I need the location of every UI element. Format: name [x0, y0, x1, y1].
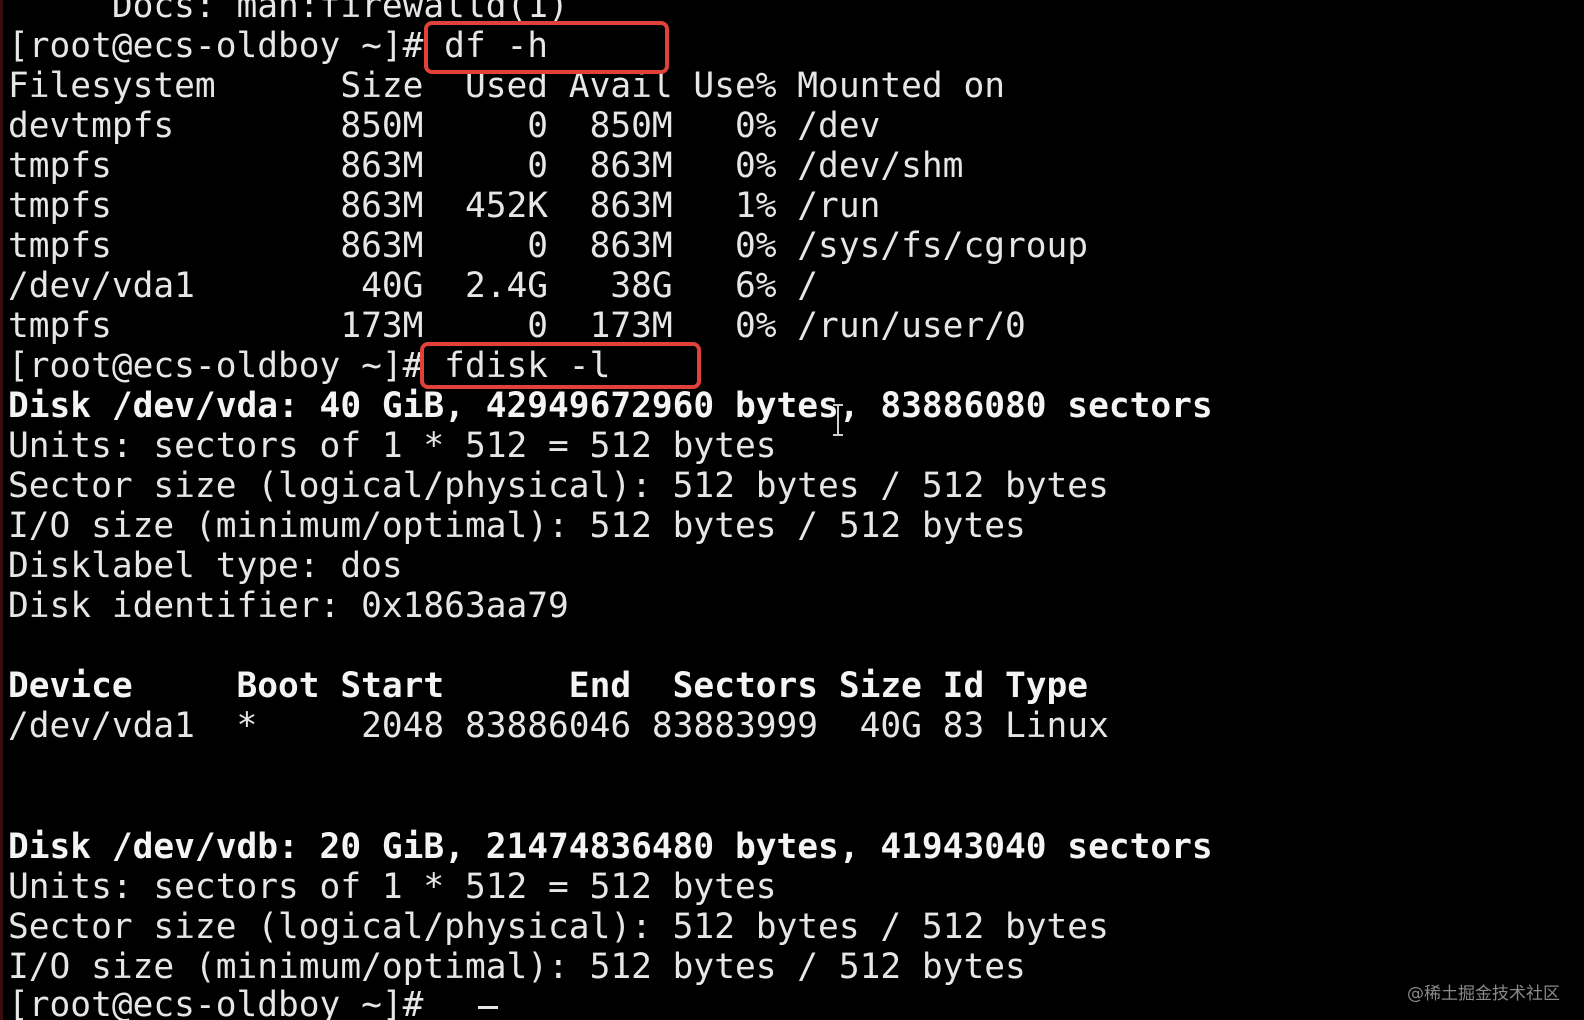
fdisk-vdb-units: Units: sectors of 1 * 512 = 512 bytes: [8, 867, 777, 907]
df-row-tmpfs-shm: tmpfs 863M 0 863M 0% /dev/shm: [8, 146, 964, 186]
df-row-devtmpfs: devtmpfs 850M 0 850M 0% /dev: [8, 106, 881, 146]
fdisk-vda-disklabel: Disklabel type: dos: [8, 546, 403, 586]
terminal-text-cursor: [478, 1006, 498, 1009]
window-left-border: [0, 0, 3, 1020]
watermark-text: @稀土掘金技术社区: [1407, 984, 1560, 1004]
df-row-tmpfs-cgroup: tmpfs 863M 0 863M 0% /sys/fs/cgroup: [8, 226, 1089, 266]
df-row-tmpfs-run: tmpfs 863M 452K 863M 1% /run: [8, 186, 881, 226]
highlight-df-command: [424, 21, 669, 74]
highlight-fdisk-command: [420, 342, 701, 389]
terminal-window[interactable]: Docs: man:firewalld(1) [root@ecs-oldboy …: [0, 0, 1584, 1020]
df-row-vda1: /dev/vda1 40G 2.4G 38G 6% /: [8, 266, 819, 306]
df-row-tmpfs-user: tmpfs 173M 0 173M 0% /run/user/0: [8, 306, 1026, 346]
mouse-ibeam-cursor-icon: [833, 404, 843, 436]
fdisk-partition-header: Device Boot Start End Sectors Size Id Ty…: [8, 666, 1089, 706]
fdisk-vda-identifier: Disk identifier: 0x1863aa79: [8, 586, 569, 626]
fdisk-partition-row-vda1: /dev/vda1 * 2048 83886046 83883999 40G 8…: [8, 706, 1109, 746]
fdisk-vda-io-size: I/O size (minimum/optimal): 512 bytes / …: [8, 506, 1026, 546]
fdisk-vda-sector-size: Sector size (logical/physical): 512 byte…: [8, 466, 1109, 506]
fdisk-disk-vdb-summary: Disk /dev/vdb: 20 GiB, 21474836480 bytes…: [8, 827, 1213, 867]
fdisk-vdb-io-size: I/O size (minimum/optimal): 512 bytes / …: [8, 947, 1026, 987]
fdisk-vdb-sector-size: Sector size (logical/physical): 512 byte…: [8, 907, 1109, 947]
fdisk-vda-units: Units: sectors of 1 * 512 = 512 bytes: [8, 426, 777, 466]
terminal-line-prompt-last: [root@ecs-oldboy ~]#: [8, 985, 424, 1020]
fdisk-disk-vda-summary: Disk /dev/vda: 40 GiB, 42949672960 bytes…: [8, 386, 1213, 426]
